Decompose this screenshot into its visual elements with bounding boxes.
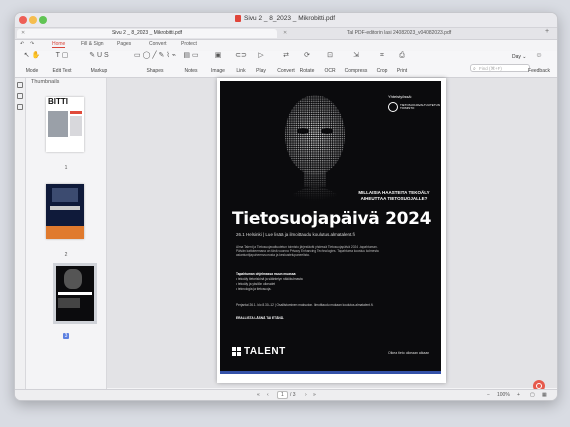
mode-tool[interactable]: ↖ ✋ Mode (21, 51, 43, 74)
note-icon: ▤ ▭ (183, 52, 199, 59)
link-icon: ⊂⊃ (235, 52, 247, 59)
first-page-icon[interactable]: « (257, 392, 260, 398)
halftone-face-graphic (278, 95, 352, 207)
menu-protect[interactable]: Protect (181, 41, 197, 47)
undo-icon[interactable]: ↶ (20, 41, 24, 47)
close-window-button[interactable] (19, 16, 27, 24)
menu-pages[interactable]: Pages (117, 41, 131, 47)
zoom-level[interactable]: 100% (497, 392, 510, 398)
poster-program: Tapahtuman ohjelmassa muun muassa: • tek… (236, 272, 386, 292)
prev-page-icon[interactable]: ‹ (267, 392, 269, 398)
shapes-tool[interactable]: ▭ ◯ ╱ ✎ ⌇ ⌁ Shapes (123, 51, 187, 74)
cursor-icon: ↖ ✋ (23, 52, 41, 59)
poster-cta: ERALLISTA LÄSNÄ TAI ETÄNÄ. (236, 316, 284, 320)
feedback-button[interactable]: ☺ Feedback (527, 51, 551, 74)
crop-tool[interactable]: ⌗ Crop (375, 51, 389, 74)
poster-tagline: Oikea tieto oikeaan aikaan (388, 351, 430, 355)
poster-body-text: Alma Talent ja Tietosuojavaltuutetun toi… (236, 245, 379, 257)
poster-image: Yhteistyössä: TIETOSUOJAVALTUUTETUN TOIM… (220, 81, 441, 371)
shapes-icon: ▭ ◯ ╱ ✎ ⌇ ⌁ (134, 52, 176, 59)
list-item: • teknologia ja tietosuoja. (236, 287, 272, 291)
close-tab-icon[interactable]: ✕ (21, 29, 25, 38)
thumbnails-icon[interactable] (17, 82, 23, 88)
thumbnails-panel: Thumbnails BITTI 1 2 3 (26, 78, 107, 400)
bookmark-icon[interactable] (17, 93, 23, 99)
convert-tool[interactable]: ⇄ Convert (276, 51, 296, 74)
partner-emblem-icon (388, 102, 398, 112)
search-icon: ⌕ (473, 66, 476, 72)
thumbnail-page-2[interactable] (46, 184, 84, 239)
compress-icon: ⇲ (353, 52, 359, 59)
document-canvas[interactable]: Yhteistyössä: TIETOSUOJAVALTUUTETUN TOIM… (107, 78, 557, 388)
day-mode-button[interactable]: Day ⌄ (512, 54, 527, 60)
pdf-file-icon (235, 15, 241, 22)
partner-logo: Yhteistyössä: TIETOSUOJAVALTUUTETUN TOIM… (388, 94, 440, 112)
title-bar: Sivu 2 _ 8_2023 _ Mikrobitti.pdf (15, 13, 557, 28)
image-tool[interactable]: ▣ Image (211, 51, 225, 74)
chevron-down-icon: ⌄ (522, 54, 527, 60)
poster-title: Tietosuojapäivä 2024 (232, 209, 432, 229)
text-icon: T ▢ (55, 52, 69, 59)
highlighter-icon: ✎ U S (89, 52, 109, 59)
print-icon: ⎙ (399, 52, 405, 59)
search-input[interactable]: ⌕ Find (⌘+F) (470, 64, 530, 72)
rotate-tool[interactable]: ⟳ Rotate (300, 51, 315, 74)
thumbnail-page-number-selected: 3 (62, 333, 70, 339)
page-number-input[interactable]: 1 (277, 391, 288, 399)
ribbon-menu: ↶ ↷ Home Fill & Sign Pages Convert Prote… (15, 40, 557, 50)
ocr-icon: ⊡ (327, 52, 333, 59)
thumbnails-heading: Thumbnails (31, 79, 60, 85)
poster-bottom-bar (220, 371, 441, 374)
ocr-tool[interactable]: ⊡ OCR (323, 51, 337, 74)
comment-icon[interactable] (17, 104, 23, 110)
zoom-window-button[interactable] (39, 16, 47, 24)
play-icon: ▷ (258, 52, 264, 59)
markup-tool[interactable]: ✎ U S Markup (83, 51, 115, 74)
convert-icon: ⇄ (283, 52, 289, 59)
alma-logo-icon (232, 347, 241, 356)
rotate-icon: ⟳ (304, 52, 310, 59)
poster-date: Perjantai 26.1. klo 8.30–12 | Osallistum… (236, 303, 374, 307)
page-layout-icon[interactable]: ▦ (542, 392, 547, 398)
close-tab-icon[interactable]: ✕ (283, 29, 287, 38)
document-tabs: ✕ Sivu 2 _ 8_2023 _ Mikrobitti.pdf ✕ Tal… (15, 28, 557, 40)
poster-question: MILLAISIA HAASTEITA TEKOÄLY AIHEUTTAA TI… (358, 190, 430, 201)
notes-tool[interactable]: ▤ ▭ Notes (181, 51, 201, 74)
minimize-window-button[interactable] (29, 16, 37, 24)
poster-subtitle: 26.1 Helsinki | Lue lisää ja ilmoittaudu… (236, 232, 355, 237)
thumbnail-page-3[interactable] (53, 263, 97, 324)
tab-document-2[interactable]: ✕ Tal PDF-editorin lasi 24082023_v040820… (279, 29, 519, 38)
thumbnail-page-number: 1 (64, 165, 68, 171)
tab-document-1[interactable]: ✕ Sivu 2 _ 8_2023 _ Mikrobitti.pdf (17, 29, 277, 38)
link-tool[interactable]: ⊂⊃ Link (234, 51, 248, 74)
zoom-out-icon[interactable]: − (487, 392, 490, 398)
crop-icon: ⌗ (380, 52, 384, 59)
image-icon: ▣ (214, 52, 222, 59)
alma-talent-logo: TALENT (232, 346, 286, 357)
fit-page-icon[interactable]: ▢ (530, 392, 535, 398)
status-bar: « ‹ 1 / 3 › » − 100% + ▢ ▦ (15, 389, 557, 400)
sidebar-icon-strip (15, 78, 26, 400)
toolbar: ↖ ✋ Mode T ▢ Edit Text ✎ U S Markup ▭ ◯ … (15, 51, 557, 78)
menu-convert[interactable]: Convert (149, 41, 167, 47)
app-window: Sivu 2 _ 8_2023 _ Mikrobitti.pdf ✕ Sivu … (14, 12, 558, 401)
thumbnail-page-1[interactable]: BITTI (46, 97, 84, 152)
zoom-in-icon[interactable]: + (517, 392, 520, 398)
menu-fill-sign[interactable]: Fill & Sign (81, 41, 104, 47)
new-tab-plus-icon[interactable]: + (545, 28, 549, 35)
last-page-icon[interactable]: » (313, 392, 316, 398)
redo-icon[interactable]: ↷ (30, 41, 34, 47)
print-tool[interactable]: ⎙ Print (395, 51, 409, 74)
thumbnail-page-number: 2 (64, 252, 68, 258)
compress-tool[interactable]: ⇲ Compress (345, 51, 368, 74)
menu-home[interactable]: Home (52, 41, 66, 48)
feedback-icon: ☺ (535, 52, 543, 59)
pdf-page: Yhteistyössä: TIETOSUOJAVALTUUTETUN TOIM… (217, 78, 446, 383)
page-count: / 3 (290, 392, 296, 398)
next-page-icon[interactable]: › (305, 392, 307, 398)
edit-text-tool[interactable]: T ▢ Edit Text (51, 51, 73, 74)
window-title: Sivu 2 _ 8_2023 _ Mikrobitti.pdf (235, 15, 335, 22)
play-tool[interactable]: ▷ Play (254, 51, 268, 74)
